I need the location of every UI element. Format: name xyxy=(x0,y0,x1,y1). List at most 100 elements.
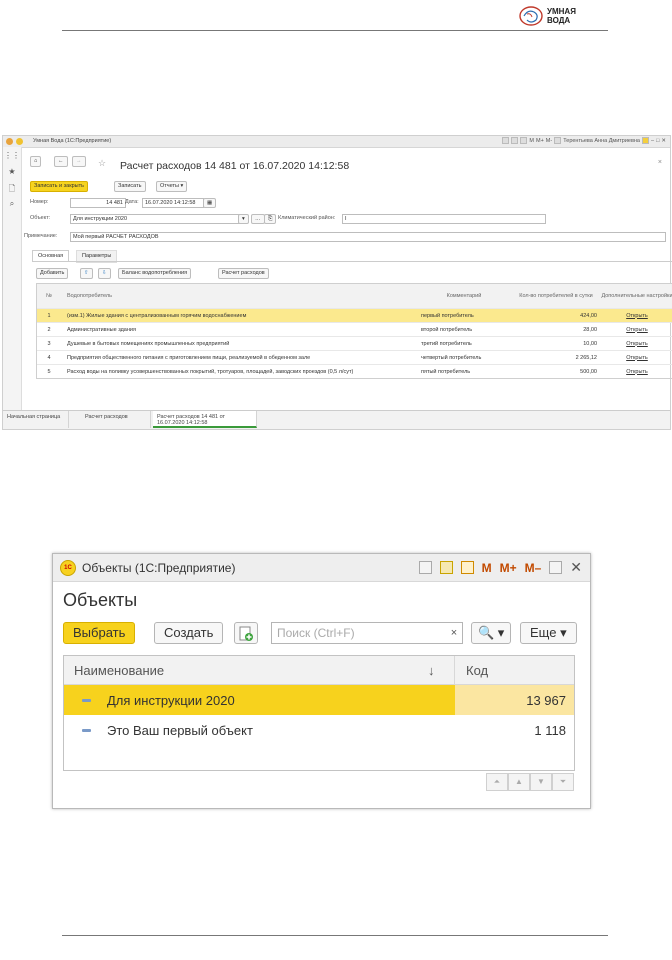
copy-add-icon[interactable] xyxy=(234,622,258,644)
calendar-icon[interactable] xyxy=(520,137,528,144)
col-code-header[interactable]: Код xyxy=(466,656,488,684)
create-button[interactable]: Создать xyxy=(154,622,224,644)
row-comment: пятый потребитель xyxy=(421,368,471,375)
notes-icon[interactable] xyxy=(439,561,453,574)
home-button[interactable]: ⌂ xyxy=(30,156,42,167)
minimize-icon[interactable]: – xyxy=(651,138,654,144)
table-row[interactable]: 5 Расход воды на поливку усовершенствован… xyxy=(37,364,672,378)
more-button[interactable]: Еще ▾ xyxy=(520,622,577,644)
back-button[interactable]: ← xyxy=(54,156,68,167)
calendar-picker-icon[interactable]: ▦ xyxy=(203,198,217,208)
water-balance-button[interactable]: Баланс водопотребления xyxy=(118,268,192,279)
row-code: 13 967 xyxy=(455,685,574,715)
window-tab-current-doc[interactable]: Расчет расходов 14 481 от 16.07.2020 14:… xyxy=(153,411,257,428)
move-up-icon[interactable]: ⇧ xyxy=(80,268,93,279)
history-doc-icon[interactable]: 🗋 xyxy=(3,183,21,195)
date-field[interactable]: 16.07.2020 14:12:58 xyxy=(142,198,204,208)
maximize-icon[interactable] xyxy=(549,561,563,574)
brain-logo-icon xyxy=(519,6,543,26)
left-toolbar: ⋮⋮ ★ 🗋 ⌕ xyxy=(3,147,22,411)
form-close-icon[interactable]: × xyxy=(658,159,662,166)
favorites-icon[interactable] xyxy=(511,137,519,144)
row-number: 2 xyxy=(47,326,51,333)
user-name[interactable]: Терентьева Анна Дмитриевна xyxy=(563,138,640,144)
number-label: Номер: xyxy=(30,199,49,205)
mplus-button[interactable]: M+ xyxy=(500,561,517,575)
last-page-icon[interactable]: ⏷ xyxy=(552,773,574,791)
row-comment: четвертый потребитель xyxy=(421,354,482,361)
reports-button[interactable]: Отчеты ▾ xyxy=(156,181,188,192)
maximize-icon[interactable]: □ xyxy=(656,138,659,144)
object-dropdown-icon[interactable]: ▾ xyxy=(238,214,249,224)
next-page-icon[interactable]: ▼ xyxy=(530,773,552,791)
climate-field[interactable]: I xyxy=(342,214,546,224)
calendar-icon[interactable] xyxy=(460,561,474,574)
window-icon[interactable] xyxy=(554,137,562,144)
save-button[interactable]: Записать xyxy=(114,181,146,192)
note-field[interactable]: Мой первый РАСЧЕТ РАСХОДОВ xyxy=(70,232,666,242)
select-button[interactable]: Выбрать xyxy=(63,622,136,644)
apps-grid-icon[interactable]: ⋮⋮ xyxy=(3,151,21,163)
row-number: 5 xyxy=(47,368,51,375)
col-settings-header: Дополнительные настройки xyxy=(601,293,672,299)
document-form: ⌂ ← → ☆ Расчет расходов 14 481 от 16.07.… xyxy=(22,147,672,411)
calc-expenses-button[interactable]: Расчет расходов xyxy=(218,268,269,279)
window-tab-home[interactable]: Начальная страница xyxy=(3,411,69,428)
prev-page-icon[interactable]: ▲ xyxy=(508,773,530,791)
save-and-close-button[interactable]: Записать и закрыть xyxy=(30,181,89,192)
forward-button[interactable]: → xyxy=(72,156,86,167)
table-row[interactable]: 1 (изм.1) Жилые здания с централизованным… xyxy=(37,308,672,322)
row-open-link[interactable]: Открыть xyxy=(601,351,672,364)
row-open-link[interactable]: Открыть xyxy=(601,365,672,378)
object-open-icon[interactable]: ⎘ xyxy=(264,214,277,224)
sort-arrow-icon[interactable]: ↓ xyxy=(428,656,435,684)
m-button[interactable]: M xyxy=(482,561,492,575)
search-icon[interactable]: ⌕ xyxy=(3,199,21,211)
link-icon[interactable] xyxy=(418,561,432,574)
list-navigation: ⏶ ▲ ▼ ⏷ xyxy=(486,773,574,791)
add-button[interactable]: Добавить xyxy=(36,268,69,279)
first-page-icon[interactable]: ⏶ xyxy=(486,773,508,791)
mminus-button[interactable]: M– xyxy=(525,561,542,575)
table-row[interactable]: 4 Предприятия общественного питания с при… xyxy=(37,350,672,364)
row-number: 1 xyxy=(47,312,51,319)
search-input[interactable]: Поиск (Ctrl+F) xyxy=(271,622,463,644)
row-comment: третий потребитель xyxy=(421,340,472,347)
search-clear-icon[interactable]: × xyxy=(445,622,463,644)
mminus-button[interactable]: M- xyxy=(546,138,552,144)
move-down-icon[interactable]: ⇩ xyxy=(98,268,111,279)
row-open-link[interactable]: Открыть xyxy=(601,337,672,350)
favorite-star-icon[interactable]: ☆ xyxy=(98,158,106,169)
row-comment: первый потребитель xyxy=(421,312,474,319)
object-field[interactable]: Для инструкции 2020 xyxy=(70,214,240,224)
window-tab-expenses-list[interactable]: Расчет расходов xyxy=(81,411,151,428)
window-title: Объекты (1С:Предприятие) xyxy=(82,561,236,575)
info-icon[interactable] xyxy=(642,137,649,144)
m-button[interactable]: M xyxy=(529,138,534,144)
row-code: 1 118 xyxy=(534,722,566,738)
table-header-row: Наименование ↓ Код xyxy=(64,656,574,685)
app-menu-icon[interactable] xyxy=(6,138,13,145)
table-row[interactable]: 3 Душевые в бытовых помещениях промышленн… xyxy=(37,336,672,350)
screenshot-objects-list: 1С Объекты (1С:Предприятие) M M+ M– ✕ Об… xyxy=(52,553,591,809)
table-row[interactable]: Это Ваш первый объект 1 118 xyxy=(64,715,574,745)
row-open-link[interactable]: Открыть xyxy=(601,309,672,322)
object-select-icon[interactable]: … xyxy=(251,214,265,224)
close-icon[interactable]: ✕ xyxy=(570,559,582,576)
table-row[interactable]: Для инструкции 2020 13 967 xyxy=(64,685,574,715)
close-icon[interactable]: ✕ xyxy=(661,138,666,144)
table-row[interactable]: 2 Административные здания второй потребите… xyxy=(37,322,672,336)
object-label: Объект: xyxy=(30,215,51,221)
climate-label: Климатический район: xyxy=(278,215,336,221)
row-open-link[interactable]: Открыть xyxy=(601,323,672,336)
row-consumer: Предприятия общественного питания с приг… xyxy=(67,354,311,361)
col-name-header[interactable]: Наименование xyxy=(74,656,164,684)
search-options-button[interactable]: 🔍 ▾ xyxy=(471,622,512,644)
objects-table: Наименование ↓ Код Для инструкции 2020 1… xyxy=(63,655,575,771)
app-logo-icon xyxy=(16,138,23,145)
star-icon[interactable]: ★ xyxy=(3,167,21,179)
number-field[interactable]: 14 481 xyxy=(70,198,126,208)
brand-line1: УМНАЯ xyxy=(547,7,576,16)
history-icon[interactable] xyxy=(502,137,510,144)
mplus-button[interactable]: M+ xyxy=(536,138,544,144)
